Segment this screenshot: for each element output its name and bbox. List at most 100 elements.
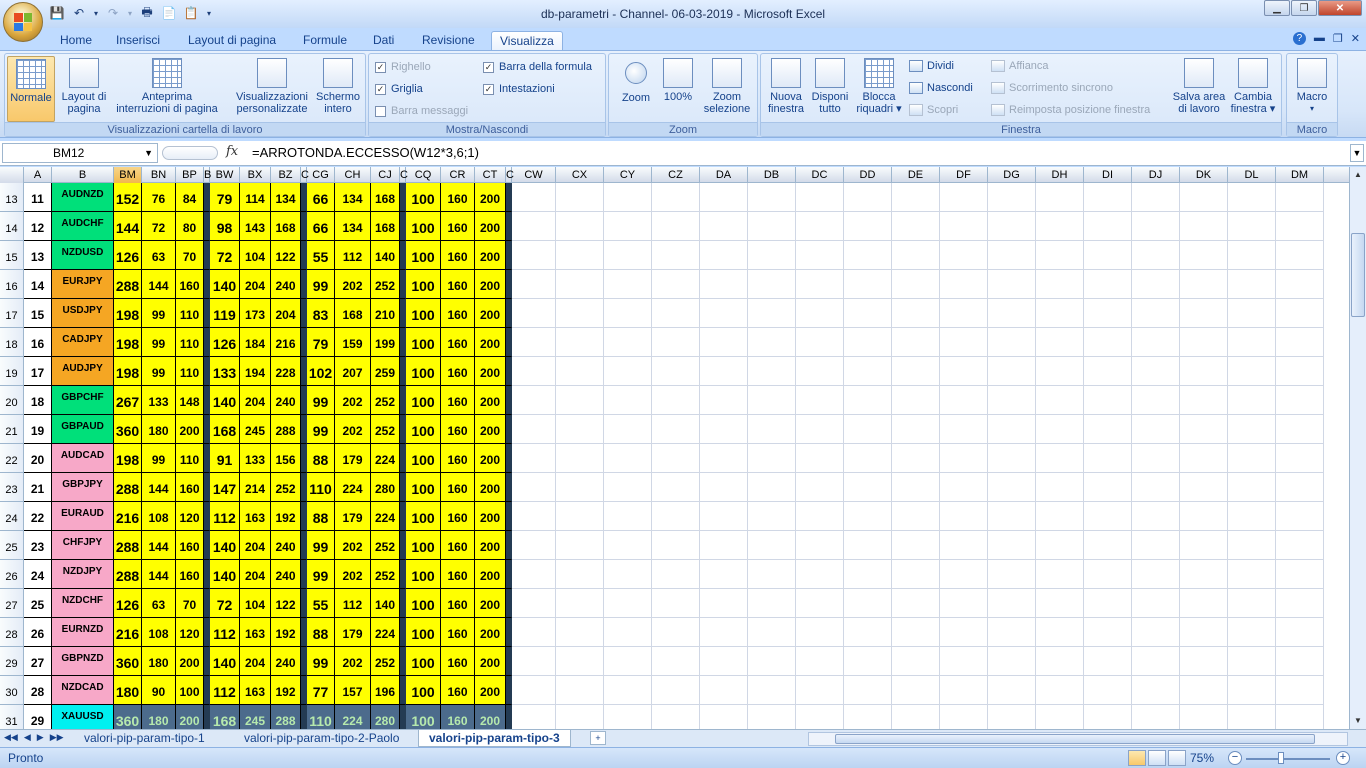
cell-empty[interactable]: [1276, 241, 1324, 270]
cell-value[interactable]: 180: [114, 676, 142, 705]
cell-value[interactable]: 173: [240, 299, 271, 328]
cell-empty[interactable]: [844, 676, 892, 705]
cell-value[interactable]: 200: [475, 444, 506, 473]
cell-empty[interactable]: [700, 560, 748, 589]
cell-empty[interactable]: [652, 299, 700, 328]
cell-value[interactable]: 200: [475, 386, 506, 415]
macro-button[interactable]: Macro ▾: [1289, 56, 1335, 122]
formula-toggle-icon[interactable]: [162, 146, 218, 160]
cell-empty[interactable]: [1180, 444, 1228, 473]
column-header[interactable]: DI: [1084, 167, 1132, 183]
cell-empty[interactable]: [1084, 705, 1132, 729]
cell-empty[interactable]: [1084, 473, 1132, 502]
cell-empty[interactable]: [1180, 357, 1228, 386]
cell-value[interactable]: 184: [240, 328, 271, 357]
cell-empty[interactable]: [844, 212, 892, 241]
row-header[interactable]: 19: [0, 357, 24, 386]
cell-empty[interactable]: [604, 473, 652, 502]
cell-empty[interactable]: [1036, 212, 1084, 241]
cell-empty[interactable]: [512, 415, 556, 444]
cell-empty[interactable]: [556, 502, 604, 531]
cell-value[interactable]: 55: [307, 241, 335, 270]
cell-value[interactable]: 252: [371, 415, 400, 444]
cell-value[interactable]: 140: [210, 270, 240, 299]
cell-value[interactable]: 160: [441, 270, 475, 299]
cell-empty[interactable]: [988, 299, 1036, 328]
cell-empty[interactable]: [748, 386, 796, 415]
cell-empty[interactable]: [512, 270, 556, 299]
cell-empty[interactable]: [1132, 589, 1180, 618]
cell-empty[interactable]: [1276, 705, 1324, 729]
cell-empty[interactable]: [940, 589, 988, 618]
cell-index[interactable]: 13: [24, 241, 52, 270]
cell-empty[interactable]: [700, 299, 748, 328]
cell-empty[interactable]: [940, 531, 988, 560]
cell-empty[interactable]: [940, 444, 988, 473]
cell-empty[interactable]: [844, 705, 892, 729]
cell-empty[interactable]: [748, 212, 796, 241]
row-header[interactable]: 25: [0, 531, 24, 560]
cell-empty[interactable]: [988, 212, 1036, 241]
cell-empty[interactable]: [556, 386, 604, 415]
cell-empty[interactable]: [748, 415, 796, 444]
cell-value[interactable]: 100: [406, 473, 441, 502]
row-header[interactable]: 20: [0, 386, 24, 415]
cell-value[interactable]: 144: [142, 270, 176, 299]
cell-empty[interactable]: [604, 415, 652, 444]
column-header[interactable]: DC: [796, 167, 844, 183]
column-header[interactable]: BM: [114, 167, 142, 183]
cell-value[interactable]: 360: [114, 705, 142, 729]
cell-empty[interactable]: [796, 444, 844, 473]
cell-value[interactable]: 110: [176, 444, 204, 473]
row-header[interactable]: 23: [0, 473, 24, 502]
row-header[interactable]: 26: [0, 560, 24, 589]
cell-empty[interactable]: [796, 531, 844, 560]
cell-symbol[interactable]: EURNZD: [52, 618, 114, 647]
cell-empty[interactable]: [604, 676, 652, 705]
cell-empty[interactable]: [1276, 589, 1324, 618]
cell-empty[interactable]: [700, 444, 748, 473]
cell-empty[interactable]: [652, 415, 700, 444]
cell-value[interactable]: 112: [210, 618, 240, 647]
cell-empty[interactable]: [940, 560, 988, 589]
cell-value[interactable]: 100: [406, 676, 441, 705]
cell-value[interactable]: 99: [307, 647, 335, 676]
cell-empty[interactable]: [748, 589, 796, 618]
row-header[interactable]: 16: [0, 270, 24, 299]
cell-empty[interactable]: [844, 357, 892, 386]
cell-empty[interactable]: [988, 531, 1036, 560]
cell-value[interactable]: 100: [406, 589, 441, 618]
barra-messaggi-checkbox[interactable]: Barra messaggi: [375, 105, 468, 117]
cell-value[interactable]: 224: [371, 444, 400, 473]
cell-value[interactable]: 110: [176, 299, 204, 328]
column-header[interactable]: DB: [748, 167, 796, 183]
cell-empty[interactable]: [1084, 444, 1132, 473]
cell-empty[interactable]: [1036, 386, 1084, 415]
cell-empty[interactable]: [1132, 560, 1180, 589]
cell-empty[interactable]: [988, 589, 1036, 618]
cell-value[interactable]: 216: [114, 502, 142, 531]
cell-empty[interactable]: [652, 560, 700, 589]
cell-value[interactable]: 72: [210, 589, 240, 618]
cell-value[interactable]: 80: [176, 212, 204, 241]
cell-empty[interactable]: [748, 618, 796, 647]
cell-empty[interactable]: [796, 676, 844, 705]
cell-empty[interactable]: [1084, 502, 1132, 531]
cell-value[interactable]: 180: [142, 705, 176, 729]
cell-value[interactable]: 202: [335, 531, 371, 560]
cell-empty[interactable]: [652, 328, 700, 357]
cell-empty[interactable]: [1180, 531, 1228, 560]
cell-symbol[interactable]: CHFJPY: [52, 531, 114, 560]
cell-empty[interactable]: [1084, 647, 1132, 676]
cell-empty[interactable]: [700, 647, 748, 676]
cell-symbol[interactable]: NZDCHF: [52, 589, 114, 618]
cell-value[interactable]: 200: [475, 415, 506, 444]
cell-value[interactable]: 192: [271, 618, 301, 647]
cell-value[interactable]: 140: [371, 589, 400, 618]
cell-empty[interactable]: [796, 473, 844, 502]
cell-empty[interactable]: [988, 241, 1036, 270]
cell-empty[interactable]: [556, 241, 604, 270]
cell-empty[interactable]: [556, 589, 604, 618]
cell-empty[interactable]: [1228, 386, 1276, 415]
cell-value[interactable]: 252: [371, 647, 400, 676]
